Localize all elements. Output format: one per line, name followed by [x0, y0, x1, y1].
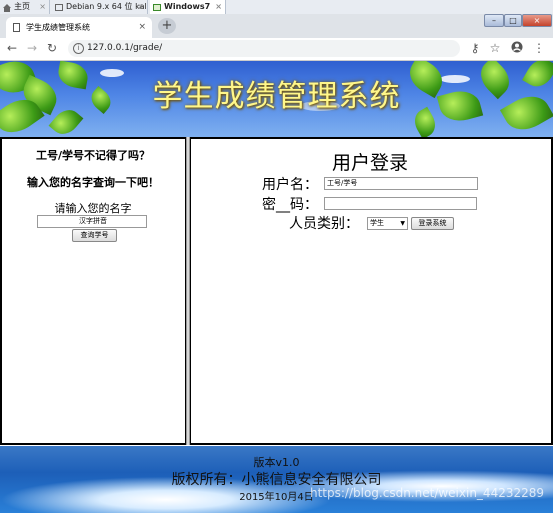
account-icon[interactable] [510, 41, 524, 55]
lookup-prompt: 输入您的名字查询一下吧！ [27, 176, 159, 189]
vm-tab-label: Windows7 [164, 2, 211, 11]
vm-tab-windows7[interactable]: Windows7 × [150, 0, 226, 14]
minimize-button[interactable]: – [484, 14, 504, 27]
vm-tab-debian[interactable]: Debian 9.x 64 位 kali × [52, 0, 148, 14]
key-icon[interactable]: ⚷ [468, 41, 482, 55]
username-input[interactable]: 工号/学号 [324, 177, 478, 190]
vm-tab-label: Debian 9.x 64 位 kali [66, 2, 148, 11]
browser-toolbar: ← → ↻ i 127.0.0.1/grade/ ⚷ ☆ ⋮ [0, 38, 553, 61]
role-select-value: 学生 [370, 219, 384, 227]
password-label: 密__码： [262, 197, 318, 213]
browser-tab[interactable]: 学生成绩管理系统 × [6, 17, 152, 38]
forward-icon[interactable]: → [25, 41, 39, 55]
reload-icon[interactable]: ↻ [45, 41, 59, 55]
dropdown-arrow-icon: ▼ [400, 220, 405, 227]
vm-icon [153, 3, 161, 11]
login-title: 用户登录 [331, 152, 408, 174]
home-icon [3, 3, 11, 12]
url-text: 127.0.0.1/grade/ [87, 43, 163, 53]
browser-tab-title: 学生成绩管理系统 [26, 23, 90, 32]
maximize-button[interactable]: □ [504, 14, 522, 27]
username-label: 用户名： [262, 177, 318, 193]
login-button[interactable]: 登录系统 [411, 217, 454, 230]
password-input[interactable] [324, 197, 477, 210]
vm-tab-home[interactable]: 主页 × [0, 0, 50, 14]
info-icon[interactable]: i [73, 43, 84, 54]
close-icon[interactable]: × [138, 17, 146, 38]
back-icon[interactable]: ← [5, 41, 19, 55]
vm-icon [55, 3, 63, 11]
banner-title: 学生成绩管理系统 [152, 79, 401, 114]
name-label: 请输入您的名字 [54, 202, 132, 215]
close-icon[interactable]: × [39, 0, 46, 14]
login-panel: 用户登录 用户名： 工号/学号 密__码： 人员类别： 学生 ▼ 登录系统 [190, 137, 553, 445]
vm-tab-label: 主页 [14, 2, 30, 11]
document-icon [13, 23, 20, 32]
lookup-question: 工号/学号不记得了吗？ [35, 149, 151, 162]
menu-icon[interactable]: ⋮ [532, 41, 546, 55]
close-icon[interactable]: × [137, 0, 144, 14]
version-text: 版本v1.0 [253, 456, 300, 469]
close-icon[interactable]: × [215, 0, 222, 14]
page-banner: 学生成绩管理系统 [0, 61, 553, 137]
name-input[interactable]: 汉字拼音 [37, 215, 147, 228]
lookup-button[interactable]: 查询学号 [72, 229, 117, 242]
address-bar[interactable]: i 127.0.0.1/grade/ [68, 40, 460, 57]
role-label: 人员类别： [289, 216, 359, 232]
page-footer: 版本v1.0 版权所有：小熊信息安全有限公司 2015年10月4日 [0, 446, 553, 513]
window-controls: – □ × [484, 14, 552, 28]
star-icon[interactable]: ☆ [488, 41, 502, 55]
close-window-button[interactable]: × [522, 14, 552, 27]
new-tab-button[interactable]: + [158, 18, 176, 34]
lookup-panel: 工号/学号不记得了吗？ 输入您的名字查询一下吧！ 请输入您的名字 汉字拼音 查询… [0, 137, 186, 445]
vm-tab-strip: 主页 × Debian 9.x 64 位 kali × Windows7 × [0, 0, 553, 15]
watermark-text: https://blog.csdn.net/weixin_44232289 [310, 486, 545, 500]
role-select[interactable]: 学生 ▼ [367, 217, 408, 230]
